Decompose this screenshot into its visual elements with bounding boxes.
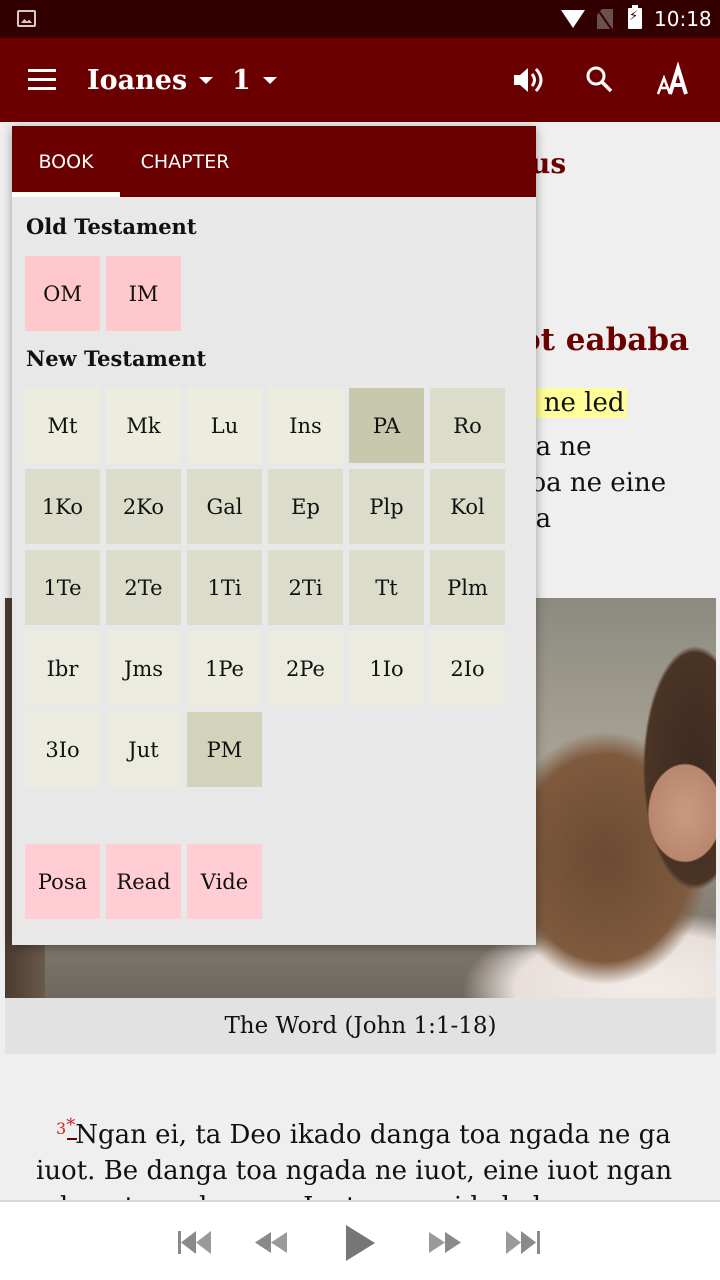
chapter-dropdown[interactable]: 1	[232, 60, 277, 100]
tab-book[interactable]: BOOK	[12, 126, 120, 197]
skip-to-end-icon[interactable]	[506, 1228, 542, 1258]
book-button[interactable]: Tt	[349, 550, 424, 625]
rewind-icon[interactable]	[255, 1228, 291, 1258]
book-button-selected[interactable]: PA	[349, 388, 424, 463]
selector-tabs: BOOK CHAPTER	[12, 126, 536, 197]
verse-text-line: odon ete nada mea. Iuot ngan ei kekelen	[36, 1192, 573, 1200]
status-bar: 10:18	[0, 0, 720, 38]
fast-forward-icon[interactable]	[429, 1228, 465, 1258]
extra-button-posa[interactable]: Posa	[25, 844, 100, 919]
book-button[interactable]: 1Ko	[25, 469, 100, 544]
book-button[interactable]: OM	[25, 256, 100, 331]
book-button[interactable]: Ro	[430, 388, 505, 463]
book-button[interactable]: 2Ti	[268, 550, 343, 625]
status-time: 10:18	[654, 7, 712, 31]
no-sim-icon	[597, 9, 613, 29]
extra-button-vide[interactable]: Vide	[187, 844, 262, 919]
book-button[interactable]: 2Te	[106, 550, 181, 625]
book-button[interactable]: 1Te	[25, 550, 100, 625]
footnote-marker[interactable]: *	[66, 1115, 75, 1136]
book-button[interactable]: 1Ti	[187, 550, 262, 625]
book-button[interactable]: PM	[187, 712, 262, 787]
text-size-icon[interactable]	[656, 60, 696, 100]
wifi-icon	[561, 10, 585, 28]
book-button[interactable]: Plm	[430, 550, 505, 625]
new-testament-title: New Testament	[26, 346, 207, 371]
chevron-down-icon	[199, 76, 214, 84]
book-selector-popup: BOOK CHAPTER Old Testament OM IM New Tes…	[12, 126, 536, 945]
book-button[interactable]: 3Io	[25, 712, 100, 787]
book-button[interactable]: IM	[106, 256, 181, 331]
new-testament-grid: Mt Mk Lu Ins PA Ro 1Ko 2Ko Gal Ep Plp Ko…	[25, 388, 505, 787]
active-tab-indicator	[12, 192, 120, 197]
book-name: Ioanes	[87, 64, 188, 96]
extra-button-read[interactable]: Read	[106, 844, 181, 919]
tab-chapter[interactable]: CHAPTER	[120, 126, 250, 197]
book-button[interactable]: 1Pe	[187, 631, 262, 706]
gallery-icon	[17, 10, 36, 27]
chevron-down-icon	[262, 76, 277, 84]
verse-number: 3	[56, 1119, 67, 1138]
book-button[interactable]: Lu	[187, 388, 262, 463]
book-button[interactable]: Mk	[106, 388, 181, 463]
old-testament-title: Old Testament	[26, 214, 197, 239]
book-button[interactable]: Jut	[106, 712, 181, 787]
book-button[interactable]: 2Pe	[268, 631, 343, 706]
section-heading: ot eababa	[520, 322, 690, 358]
book-button[interactable]: Ins	[268, 388, 343, 463]
book-button[interactable]: Ep	[268, 469, 343, 544]
menu-icon[interactable]	[28, 69, 56, 90]
book-button[interactable]: 2Ko	[106, 469, 181, 544]
skip-to-start-icon[interactable]	[178, 1228, 214, 1258]
book-button[interactable]: Jms	[106, 631, 181, 706]
book-button[interactable]: Mt	[25, 388, 100, 463]
old-testament-grid: OM IM	[25, 256, 505, 331]
verse-text: toa ne eine	[520, 468, 667, 498]
search-icon[interactable]	[580, 60, 620, 100]
book-button[interactable]: 1Io	[349, 631, 424, 706]
extras-grid: Posa Read Vide	[25, 844, 505, 919]
play-icon[interactable]	[344, 1224, 376, 1262]
book-button[interactable]: Kol	[430, 469, 505, 544]
app-bar: Ioanes 1	[0, 38, 720, 122]
book-dropdown[interactable]: Ioanes	[87, 60, 214, 100]
book-button[interactable]: Plp	[349, 469, 424, 544]
verse-3: 3*Ngan ei, ta Deo ikado danga toa ngada …	[36, 1108, 696, 1200]
speaker-icon[interactable]	[508, 60, 548, 100]
audio-player	[0, 1200, 720, 1280]
book-button[interactable]: Ibr	[25, 631, 100, 706]
verse-text-line: Ngan ei, ta Deo ikado danga toa ngada ne…	[75, 1120, 671, 1150]
book-button[interactable]: Gal	[187, 469, 262, 544]
chapter-number: 1	[232, 64, 251, 96]
book-button[interactable]: 2Io	[430, 631, 505, 706]
battery-charging-icon	[628, 5, 642, 29]
verse-text-line: iuot. Be danga toa ngada ne iuot, eine i…	[36, 1156, 673, 1186]
video-caption[interactable]: The Word (John 1:1-18)	[5, 998, 716, 1054]
